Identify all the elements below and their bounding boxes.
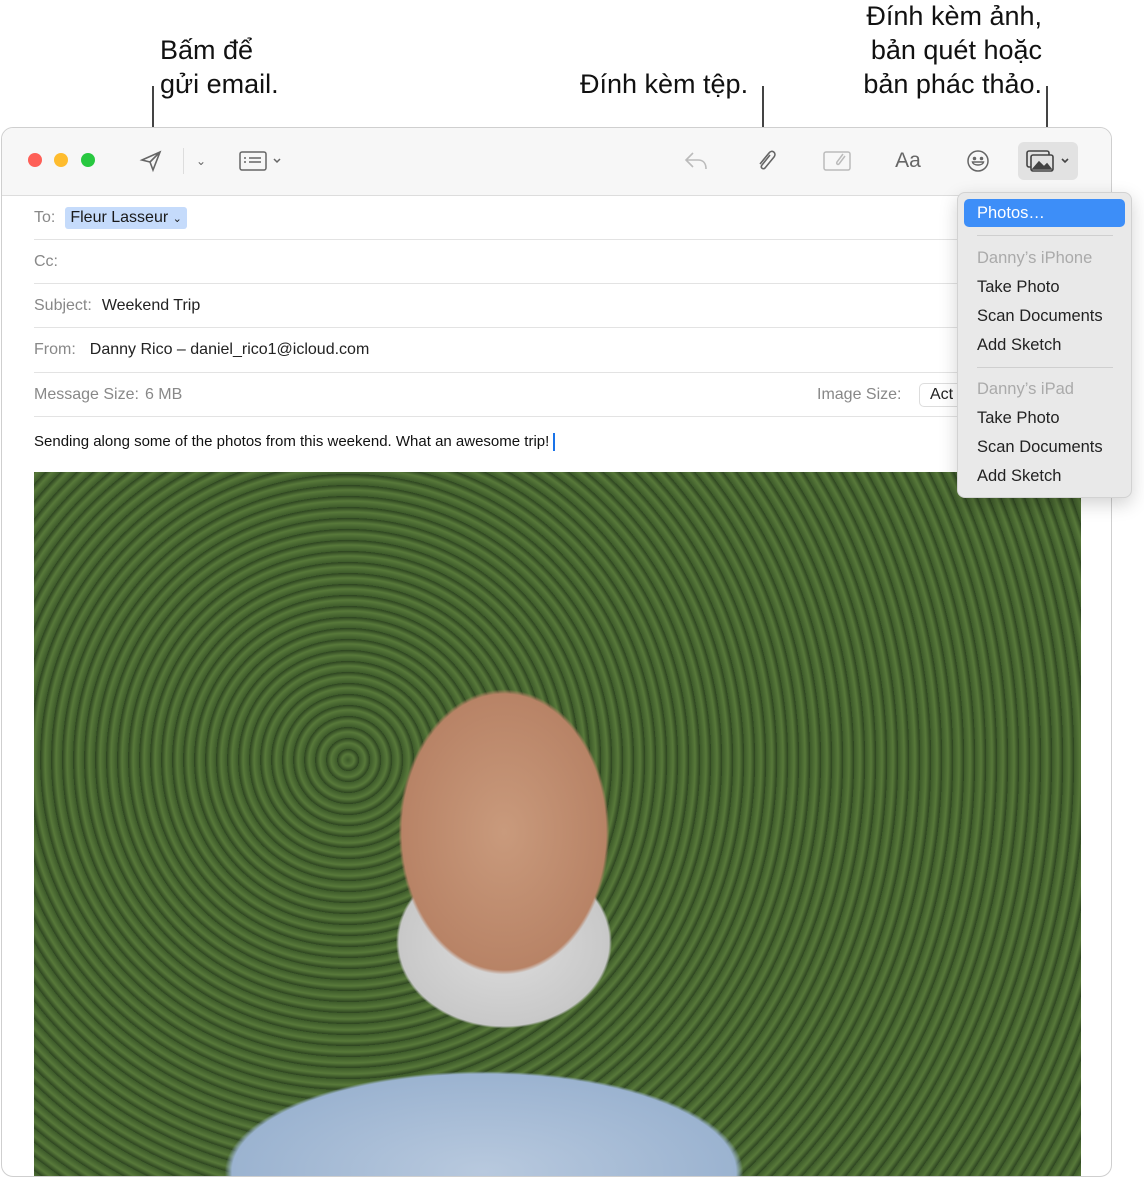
menu-item-take-photo-ipad[interactable]: Take Photo	[977, 409, 1060, 428]
recipient-chip[interactable]: Fleur Lasseur ⌄	[65, 206, 187, 229]
menu-separator	[977, 367, 1113, 368]
from-label: From:	[34, 341, 76, 358]
message-size-label: Message Size:	[34, 385, 139, 403]
toolbar: ⌄ Aa	[2, 128, 1111, 196]
menu-header-iphone: Danny’s iPhone	[977, 249, 1093, 267]
from-select[interactable]: Danny Rico – daniel_rico1@icloud.com	[90, 341, 370, 359]
menu-item-add-sketch-iphone[interactable]: Add Sketch	[977, 336, 1061, 355]
menu-item-scan-documents-iphone[interactable]: Scan Documents	[977, 307, 1103, 326]
message-body[interactable]: Sending along some of the photos from th…	[34, 433, 556, 452]
cc-row[interactable]: Cc:	[34, 240, 1111, 284]
attached-photo[interactable]	[34, 472, 1081, 1176]
reply-icon	[684, 152, 707, 170]
message-size-value: 6 MB	[144, 385, 183, 403]
menu-item-photos[interactable]: Photos…	[964, 199, 1125, 227]
send-icon	[139, 150, 162, 173]
image-size-label: Image Size:	[817, 385, 902, 403]
menu-separator	[977, 235, 1113, 236]
callout-attach: Đính kèm tệp.	[580, 69, 749, 99]
to-label: To:	[34, 208, 56, 226]
subject-label: Subject:	[34, 296, 92, 314]
compose-window: ⌄ Aa To: Fleur Lasseur ⌄ Cc: Subject: Wee…	[1, 127, 1112, 1177]
format-button[interactable]: Aa	[891, 146, 925, 176]
cc-label: Cc:	[34, 252, 58, 270]
photo-browser-button[interactable]	[1018, 142, 1078, 180]
send-button[interactable]	[136, 146, 166, 176]
header-fields-button[interactable]	[235, 146, 285, 176]
attach-in-place-icon	[823, 151, 851, 171]
menu-item-add-sketch-ipad[interactable]: Add Sketch	[977, 467, 1061, 486]
send-options-chevron[interactable]: ⌄	[192, 146, 210, 176]
recipient-name: Fleur Lasseur	[70, 208, 169, 226]
callout-send: Bấm để gửi email.	[160, 35, 279, 99]
chevron-down-icon: ⌄	[195, 154, 207, 168]
photo-browser-icon	[1026, 150, 1069, 172]
subject-field[interactable]: Weekend Trip	[102, 297, 200, 315]
reply-button[interactable]	[680, 146, 712, 176]
menu-header-ipad: Danny’s iPad	[977, 380, 1074, 398]
from-row: From: Danny Rico – daniel_rico1@icloud.co…	[34, 328, 1111, 373]
menu-item-scan-documents-ipad[interactable]: Scan Documents	[977, 438, 1103, 457]
zoom-button[interactable]	[81, 153, 95, 167]
attach-in-place-button[interactable]	[820, 146, 854, 176]
header-fields-icon	[239, 151, 281, 171]
menu-item-take-photo-iphone[interactable]: Take Photo	[977, 278, 1060, 297]
emoji-icon	[967, 150, 989, 172]
photo-menu: Photos… Danny’s iPhone Take Photo Scan D…	[957, 192, 1132, 498]
body-text: Sending along some of the photos from th…	[34, 433, 550, 450]
to-row: To: Fleur Lasseur ⌄	[34, 196, 1111, 240]
callout-photo: Đính kèm ảnh, bản quét hoặc bản phác thả…	[863, 1, 1042, 99]
paperclip-icon	[759, 150, 776, 170]
text-cursor	[553, 433, 556, 452]
attach-button[interactable]	[750, 146, 782, 176]
close-button[interactable]	[28, 153, 42, 167]
size-row: Message Size: 6 MB Image Size: Act	[34, 373, 1111, 417]
minimize-button[interactable]	[54, 153, 68, 167]
chevron-down-icon: ⌄	[172, 212, 182, 225]
subject-row[interactable]: Subject: Weekend Trip	[34, 284, 1111, 328]
emoji-button[interactable]	[962, 146, 994, 176]
